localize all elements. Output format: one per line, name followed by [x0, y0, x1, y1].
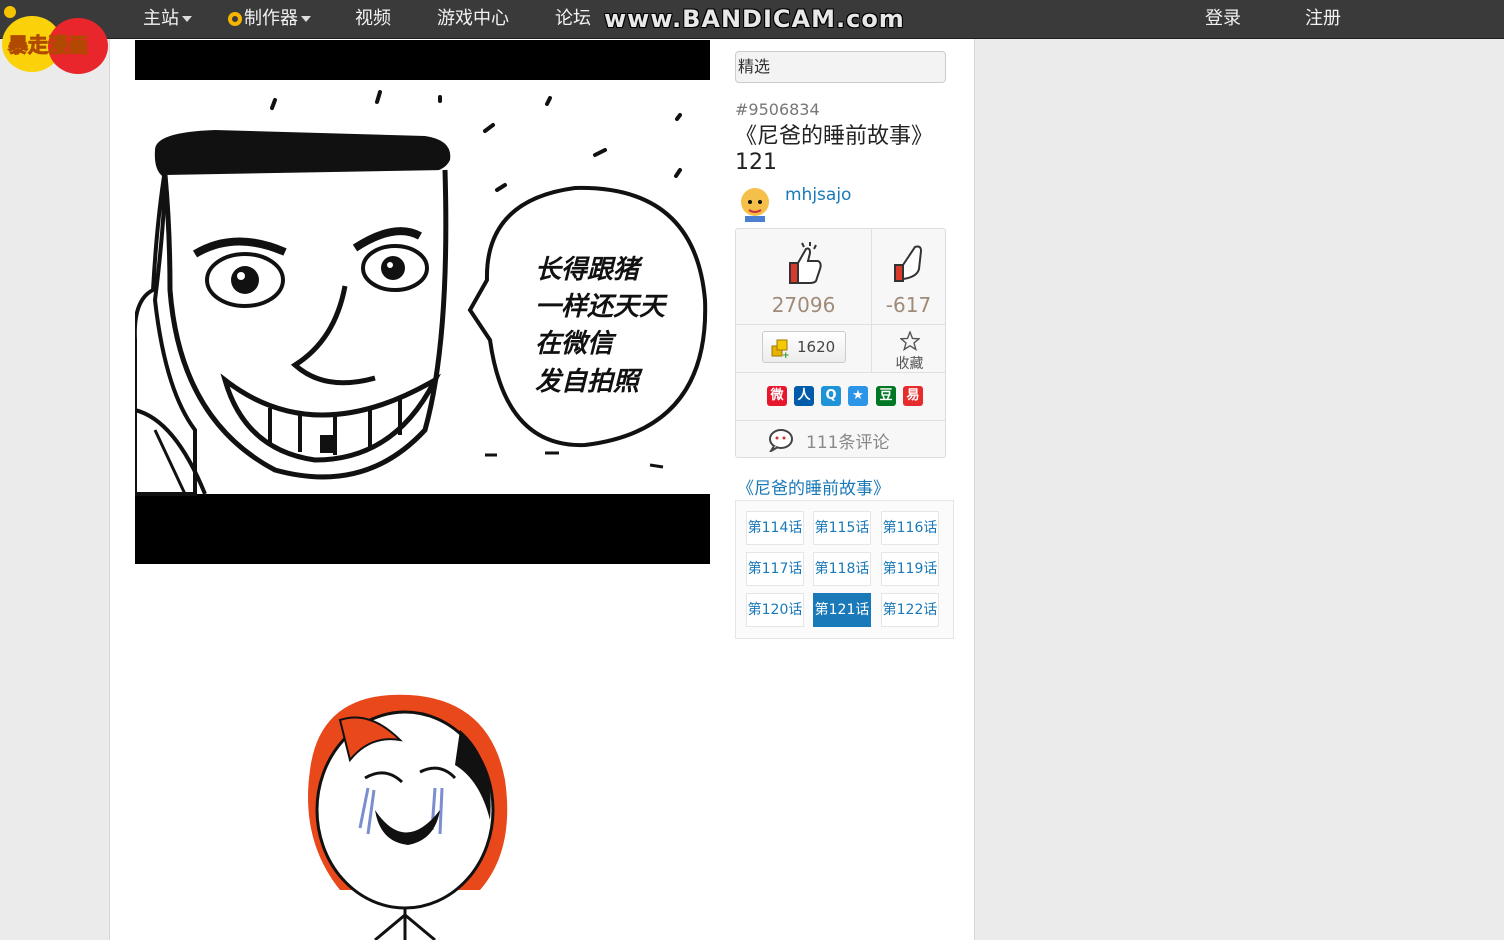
renren-share-icon[interactable]: 人: [794, 386, 814, 406]
comic-id: #9506834: [735, 100, 820, 119]
nav-main-site[interactable]: 主站: [143, 0, 192, 38]
chapter-link[interactable]: 第115话: [813, 511, 871, 545]
comic-panel: 长得跟猪 一样还天天 在微信 发自拍照: [135, 40, 710, 564]
chapter-list: 第114话 第115话 第116话 第117话 第118话 第119话 第120…: [735, 500, 954, 639]
register-link[interactable]: 注册: [1305, 0, 1341, 38]
speech-line: 长得跟猪: [535, 255, 644, 285]
comment-bubble-icon: [769, 429, 793, 452]
chapter-link[interactable]: 第117话: [746, 552, 804, 586]
downvote-count: -617: [885, 293, 932, 317]
nav-video[interactable]: 视频: [355, 0, 391, 38]
maker-icon: [228, 12, 242, 26]
chapter-link[interactable]: 第118话: [813, 552, 871, 586]
nav-main-site-label: 主站: [143, 8, 179, 29]
vote-panel: 27096 -617 + 1620 收藏 微 人 Q ★ 豆 易 111条评论: [735, 228, 946, 458]
chapter-link[interactable]: 第120话: [746, 593, 804, 627]
chevron-down-icon: [301, 16, 311, 22]
star-icon: [898, 330, 921, 352]
coins-icon: +: [771, 339, 790, 358]
nav-maker-label: 制作器: [244, 8, 298, 29]
coin-button[interactable]: + 1620: [762, 331, 846, 363]
coin-count: 1620: [797, 338, 836, 356]
top-nav-bar: 主站 制作器 视频 游戏中心 论坛 www.BANDICAM.com 登录 注册: [0, 0, 1504, 39]
nav-game-center[interactable]: 游戏中心: [437, 0, 509, 38]
netease-share-icon[interactable]: 易: [903, 386, 923, 406]
svg-text:+: +: [782, 351, 790, 358]
login-link[interactable]: 登录: [1205, 0, 1241, 38]
nav-forum[interactable]: 论坛: [555, 0, 591, 38]
thumbs-up-icon: [789, 242, 822, 284]
site-logo[interactable]: 暴走漫画: [0, 4, 110, 76]
comic-title: 《尼爸的睡前故事》121: [735, 124, 934, 175]
series-title-link[interactable]: 《尼爸的睡前故事》: [737, 474, 890, 499]
chapter-link[interactable]: 第122话: [881, 593, 939, 627]
chevron-down-icon: [182, 16, 192, 22]
qq-star-share-icon[interactable]: ★: [848, 386, 868, 406]
speech-line: 一样还天天: [535, 292, 668, 322]
chapter-link[interactable]: 第114话: [746, 511, 804, 545]
avatar[interactable]: [735, 184, 775, 222]
weibo-share-icon[interactable]: 微: [767, 386, 787, 406]
speech-line: 在微信: [535, 329, 617, 359]
rage-face-drawing: [308, 694, 508, 940]
upvote-button[interactable]: 27096: [736, 229, 872, 324]
qq-space-share-icon[interactable]: Q: [821, 386, 841, 406]
action-row: + 1620 收藏: [736, 324, 945, 373]
speech-line: 发自拍照: [535, 367, 643, 397]
chapter-link[interactable]: 第116话: [881, 511, 939, 545]
author-link[interactable]: mhjsajo: [785, 185, 851, 205]
logo-text: 暴走漫画: [8, 33, 88, 57]
filter-select[interactable]: 精选: [735, 51, 946, 83]
upvote-count: 27096: [771, 293, 836, 317]
comment-count: 111条评论: [806, 433, 890, 453]
downvote-button[interactable]: -617: [871, 229, 946, 324]
thumbs-down-icon: [894, 245, 923, 282]
douban-share-icon[interactable]: 豆: [876, 386, 896, 406]
share-row: 微 人 Q ★ 豆 易: [736, 372, 945, 421]
comments-link[interactable]: 111条评论: [736, 420, 945, 458]
nav-maker[interactable]: 制作器: [226, 0, 311, 38]
chapter-link-current[interactable]: 第121话: [813, 593, 871, 627]
bandicam-watermark: www.BANDICAM.com: [604, 5, 905, 33]
chapter-link[interactable]: 第119话: [881, 552, 939, 586]
favorite-label: 收藏: [895, 356, 924, 372]
favorite-button[interactable]: 收藏: [871, 325, 947, 373]
